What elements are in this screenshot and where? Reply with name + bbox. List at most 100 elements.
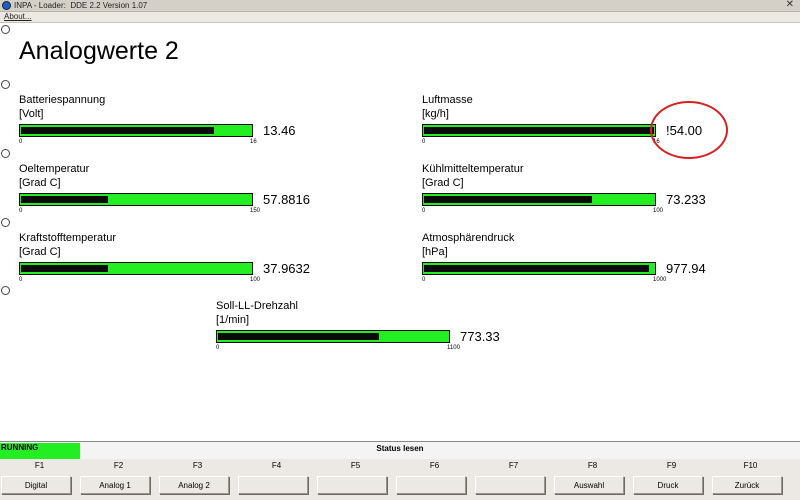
close-icon[interactable]: ✕ bbox=[786, 0, 794, 11]
fkey-number: F4 bbox=[271, 461, 282, 470]
gauge-bar-fill bbox=[21, 127, 214, 134]
gauge-bar-fill bbox=[21, 265, 108, 272]
fkey-button-zurueck[interactable]: Zurück bbox=[712, 476, 782, 494]
fkey-f6: F6 bbox=[395, 459, 474, 500]
fkey-button-digital[interactable]: Digital bbox=[1, 476, 71, 494]
gauge-min: 0 bbox=[19, 277, 23, 283]
gauge-value: 37.9632 bbox=[263, 261, 310, 276]
radio-button-4[interactable] bbox=[1, 218, 10, 227]
gauge-value: 13.46 bbox=[263, 123, 296, 138]
gauge-label: Kühlmitteltemperatur bbox=[422, 163, 524, 175]
inpa-app-icon bbox=[2, 1, 11, 10]
radio-button-3[interactable] bbox=[1, 149, 10, 158]
fkey-button-f5[interactable] bbox=[317, 476, 387, 494]
gauge-bar-fill bbox=[424, 127, 654, 134]
gauge-min: 0 bbox=[19, 208, 23, 214]
fkey-f9: F9 Druck bbox=[632, 459, 711, 500]
gauge-bar-fill bbox=[424, 196, 592, 203]
gauge-kuehlmitteltemperatur: Kühlmitteltemperatur [Grad C] 0 100 73.2… bbox=[422, 163, 752, 219]
gauge-value: 773.33 bbox=[460, 329, 500, 344]
gauge-label: Atmosphärendruck bbox=[422, 232, 515, 244]
fkey-button-f6[interactable] bbox=[396, 476, 466, 494]
gauge-value: 73.233 bbox=[666, 192, 706, 207]
menu-about[interactable]: About... bbox=[4, 12, 32, 22]
fkey-number: F7 bbox=[508, 461, 519, 470]
gauge-max: 1000 bbox=[653, 277, 667, 283]
radio-button-1[interactable] bbox=[1, 25, 10, 34]
gauge-min: 0 bbox=[216, 345, 220, 351]
radio-button-2[interactable] bbox=[1, 80, 10, 89]
menu-bar: About... bbox=[0, 12, 800, 23]
fkey-number: F10 bbox=[743, 461, 758, 470]
gauge-min: 0 bbox=[422, 277, 426, 283]
gauge-kraftstofftemperatur: Kraftstofftemperatur [Grad C] 0 100 37.9… bbox=[19, 232, 349, 288]
gauge-unit: [kg/h] bbox=[422, 108, 449, 120]
gauge-label: Oeltemperatur bbox=[19, 163, 90, 175]
gauge-max: 150 bbox=[250, 208, 261, 214]
gauge-min: 0 bbox=[422, 139, 426, 145]
title-bar: INPA - Loader: DDE 2.2 Version 1.07 ✕ bbox=[0, 0, 800, 12]
fkey-f7: F7 bbox=[474, 459, 553, 500]
gauge-value: 57.8816 bbox=[263, 192, 310, 207]
gauge-label: Kraftstofftemperatur bbox=[19, 232, 117, 244]
gauge-max: 1100 bbox=[447, 345, 460, 351]
gauge-unit: [Grad C] bbox=[19, 246, 61, 258]
gauge-batteriespannung: Batteriespannung [Volt] 0 16 13.46 bbox=[19, 94, 349, 150]
radio-button-5[interactable] bbox=[1, 286, 10, 295]
gauge-bar bbox=[422, 262, 656, 275]
gauge-unit: [Grad C] bbox=[19, 177, 61, 189]
gauge-max: 100 bbox=[653, 208, 664, 214]
gauge-label: Batteriespannung bbox=[19, 94, 106, 106]
fkey-number: F5 bbox=[350, 461, 361, 470]
gauge-unit: [hPa] bbox=[422, 246, 448, 258]
gauge-unit: [Volt] bbox=[19, 108, 44, 120]
gauge-bar bbox=[19, 124, 253, 137]
fkey-f8: F8 Auswahl bbox=[553, 459, 632, 500]
fkey-number: F9 bbox=[666, 461, 677, 470]
gauge-bar bbox=[19, 262, 253, 275]
fkey-button-f4[interactable] bbox=[238, 476, 308, 494]
gauge-oeltemperatur: Oeltemperatur [Grad C] 0 150 57.8816 bbox=[19, 163, 349, 219]
fkey-button-auswahl[interactable]: Auswahl bbox=[554, 476, 624, 494]
fkey-button-analog-1[interactable]: Analog 1 bbox=[80, 476, 150, 494]
status-bar: RUNNING Status lesen bbox=[0, 441, 800, 460]
gauge-unit: [Grad C] bbox=[422, 177, 464, 189]
function-key-bar: F1 Digital F2 Analog 1 F3 Analog 2 F4 F5… bbox=[0, 459, 800, 500]
fkey-number: F2 bbox=[113, 461, 124, 470]
fkey-button-f7[interactable] bbox=[475, 476, 545, 494]
fkey-f5: F5 bbox=[316, 459, 395, 500]
window-title: INPA - Loader: DDE 2.2 Version 1.07 bbox=[14, 1, 148, 10]
gauge-bar-fill bbox=[424, 265, 649, 272]
gauge-max: 100 bbox=[250, 277, 261, 283]
fkey-button-druck[interactable]: Druck bbox=[633, 476, 703, 494]
gauge-bar bbox=[216, 330, 450, 343]
highlight-circle bbox=[650, 101, 728, 159]
gauge-bar-fill bbox=[218, 333, 379, 340]
gauge-min: 0 bbox=[19, 139, 23, 145]
gauge-atmosphaerendruck: Atmosphärendruck [hPa] 0 1000 977.94 bbox=[422, 232, 752, 288]
gauge-bar-fill bbox=[21, 196, 108, 203]
fkey-f2: F2 Analog 1 bbox=[79, 459, 158, 500]
gauge-bar bbox=[422, 193, 656, 206]
gauge-value: 977.94 bbox=[666, 261, 706, 276]
gauge-unit: [1/min] bbox=[216, 314, 250, 326]
gauge-soll-ll-drehzahl: Soll-LL-Drehzahl [1/min] 0 1100 773.33 bbox=[216, 300, 546, 356]
fkey-f1: F1 Digital bbox=[0, 459, 79, 500]
status-text: Status lesen bbox=[376, 444, 424, 453]
fkey-number: F8 bbox=[587, 461, 598, 470]
fkey-f10: F10 Zurück bbox=[711, 459, 790, 500]
gauge-label: Soll-LL-Drehzahl bbox=[216, 300, 298, 312]
page-title: Analogwerte 2 bbox=[19, 37, 179, 65]
fkey-number: F6 bbox=[429, 461, 440, 470]
gauge-max: 16 bbox=[250, 139, 257, 145]
gauge-min: 0 bbox=[422, 208, 426, 214]
gauge-bar bbox=[19, 193, 253, 206]
fkey-number: F3 bbox=[192, 461, 203, 470]
gauge-label: Luftmasse bbox=[422, 94, 473, 106]
gauge-bar bbox=[422, 124, 656, 137]
fkey-number: F1 bbox=[34, 461, 45, 470]
main-panel: Analogwerte 2 Batteriespannung [Volt] 0 … bbox=[0, 23, 800, 441]
fkey-button-analog-2[interactable]: Analog 2 bbox=[159, 476, 229, 494]
fkey-f4: F4 bbox=[237, 459, 316, 500]
fkey-f3: F3 Analog 2 bbox=[158, 459, 237, 500]
